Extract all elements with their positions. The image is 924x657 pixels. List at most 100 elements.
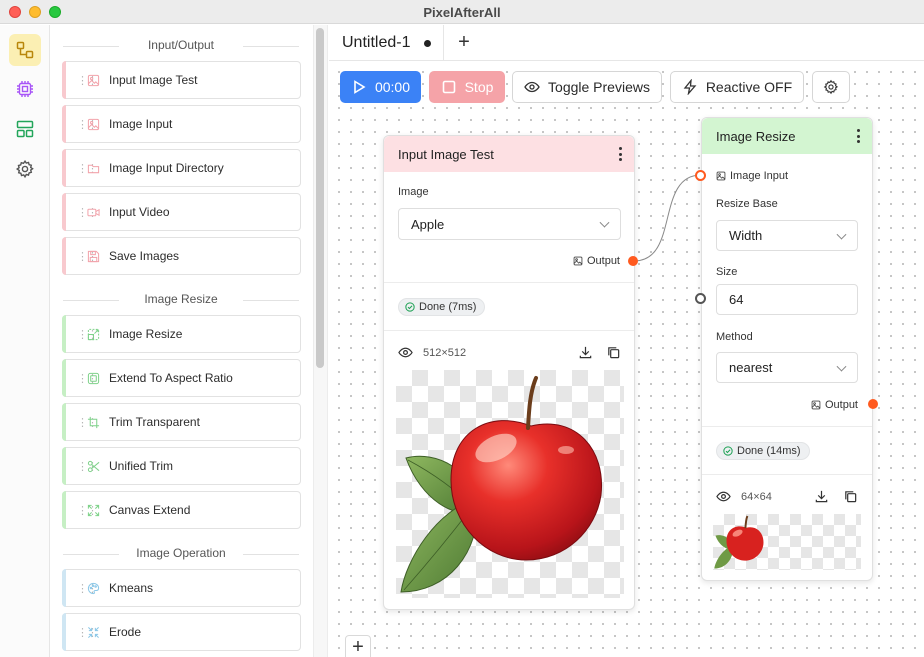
output-port-handle[interactable] [628, 256, 638, 266]
input-port-handle[interactable] [695, 170, 706, 181]
folder-icon [87, 164, 100, 173]
stop-icon [442, 80, 455, 94]
palette-item-label: Save Images [109, 249, 180, 263]
palette-item-erode[interactable]: ⋮⋮ Erode [62, 613, 301, 651]
size-value: 64 [729, 292, 744, 307]
run-button[interactable]: 00:00 [340, 71, 421, 103]
stop-label: Stop [464, 79, 494, 95]
gear-icon [15, 159, 34, 179]
palette-item-save-images[interactable]: ⋮⋮ Save Images [62, 237, 301, 275]
drag-handle-icon[interactable]: ⋮⋮ [63, 74, 98, 87]
drag-handle-icon[interactable]: ⋮⋮ [63, 162, 98, 175]
palette-item-extend-to-aspect-ratio[interactable]: ⋮⋮ Extend To Aspect Ratio [62, 359, 301, 397]
run-timer: 00:00 [374, 79, 411, 95]
palette-item-label: Input Video [109, 205, 170, 219]
stop-button[interactable]: Stop [429, 71, 505, 103]
size-input[interactable]: 64 [716, 284, 858, 315]
status-badge: Done (7ms) [398, 298, 486, 316]
palette-scrollbar-thumb[interactable] [316, 28, 324, 368]
node-divider [384, 330, 634, 331]
palette-icon [87, 582, 100, 594]
shrink-icon [88, 626, 99, 638]
palette-item-input-image-test[interactable]: ⋮⋮ Input Image Test [62, 61, 301, 99]
rail-chip-button[interactable] [9, 73, 41, 105]
node-header[interactable]: Input Image Test [384, 136, 634, 172]
output-port-handle[interactable] [868, 399, 878, 409]
drag-handle-icon[interactable]: ⋮⋮ [63, 416, 98, 429]
palette-item-image-input[interactable]: ⋮⋮ Image Input [62, 105, 301, 143]
palette-item-input-video[interactable]: ⋮⋮ Input Video [62, 193, 301, 231]
resize-base-select[interactable]: Width [716, 220, 858, 251]
drag-handle-icon[interactable]: ⋮⋮ [63, 504, 98, 517]
copy-icon[interactable] [606, 345, 621, 360]
palette-item-trim-transparent[interactable]: ⋮⋮ Trim Transparent [62, 403, 301, 441]
title-bar: PixelAfterAll [0, 0, 924, 24]
palette-item-label: Image Resize [109, 327, 183, 341]
apple-image [714, 515, 764, 569]
eye-icon[interactable] [716, 489, 731, 504]
drag-handle-icon[interactable]: ⋮⋮ [63, 250, 98, 263]
toggle-previews-button[interactable]: Toggle Previews [512, 71, 662, 103]
layout-icon [16, 120, 34, 138]
reactive-label: Reactive OFF [705, 79, 793, 95]
palette-item-image-input-directory[interactable]: ⋮⋮ Image Input Directory [62, 149, 301, 187]
drag-handle-icon[interactable]: ⋮⋮ [63, 118, 98, 131]
palette-item-label: Extend To Aspect Ratio [109, 371, 233, 385]
rail-settings-button[interactable] [9, 153, 41, 185]
tab-untitled-1[interactable]: Untitled-1 [329, 25, 444, 61]
frame-icon [87, 372, 100, 384]
palette-item-label: Unified Trim [109, 459, 174, 473]
eye-icon[interactable] [398, 345, 413, 360]
palette-item-kmeans[interactable]: ⋮⋮ Kmeans [62, 569, 301, 607]
palette-item-label: Erode [109, 625, 142, 639]
method-label: Method [716, 331, 753, 343]
node-image-resize[interactable]: Image Resize Image Input Resize Base Wid… [701, 117, 873, 581]
drag-handle-icon[interactable]: ⋮⋮ [63, 626, 98, 639]
node-divider [702, 426, 872, 427]
drag-handle-icon[interactable]: ⋮⋮ [63, 582, 98, 595]
section-title-image-operation: Image Operation [63, 546, 299, 562]
node-header[interactable]: Image Resize [702, 118, 872, 154]
scissors-icon [87, 460, 100, 472]
drag-handle-icon[interactable]: ⋮⋮ [63, 372, 98, 385]
chevron-down-icon [836, 229, 847, 240]
reactive-toggle-button[interactable]: Reactive OFF [670, 71, 804, 103]
node-menu-icon[interactable] [856, 129, 860, 143]
resize-icon [87, 328, 100, 340]
preview-image [396, 370, 624, 598]
add-node-button[interactable]: + [345, 635, 371, 657]
copy-icon[interactable] [843, 489, 858, 504]
palette-item-unified-trim[interactable]: ⋮⋮ Unified Trim [62, 447, 301, 485]
rail-layout-button[interactable] [9, 113, 41, 145]
image-field-label: Image [398, 186, 429, 198]
input-port-label: Image Input [716, 170, 788, 182]
chip-icon [17, 81, 33, 97]
image-select[interactable]: Apple [398, 208, 621, 240]
palette-item-label: Canvas Extend [109, 503, 191, 517]
apple-image [400, 376, 603, 593]
drag-handle-icon[interactable]: ⋮⋮ [63, 328, 98, 341]
toggle-previews-label: Toggle Previews [548, 79, 650, 95]
save-icon [87, 250, 100, 262]
canvas-settings-button[interactable] [812, 71, 850, 103]
node-title: Input Image Test [398, 146, 494, 162]
add-tab-button[interactable]: + [452, 31, 476, 55]
node-divider [702, 474, 872, 475]
method-select[interactable]: nearest [716, 352, 858, 383]
tab-label: Untitled-1 [342, 34, 411, 51]
download-icon[interactable] [578, 345, 593, 360]
drag-handle-icon[interactable]: ⋮⋮ [63, 206, 98, 219]
crop-icon [87, 416, 100, 428]
size-port-handle[interactable] [695, 293, 706, 304]
download-icon[interactable] [814, 489, 829, 504]
node-menu-icon[interactable] [618, 147, 622, 161]
preview-dimensions: 64×64 [741, 490, 772, 503]
drag-handle-icon[interactable]: ⋮⋮ [63, 460, 98, 473]
palette-item-canvas-extend[interactable]: ⋮⋮ Canvas Extend [62, 491, 301, 529]
check-circle-icon [405, 302, 415, 312]
output-port-label: Output [811, 399, 858, 411]
palette-item-image-resize[interactable]: ⋮⋮ Image Resize [62, 315, 301, 353]
preview-dimensions: 512×512 [423, 346, 467, 359]
node-input-image-test[interactable]: Input Image Test Image Apple Output Done… [383, 135, 635, 610]
rail-nodes-button[interactable] [9, 34, 41, 66]
